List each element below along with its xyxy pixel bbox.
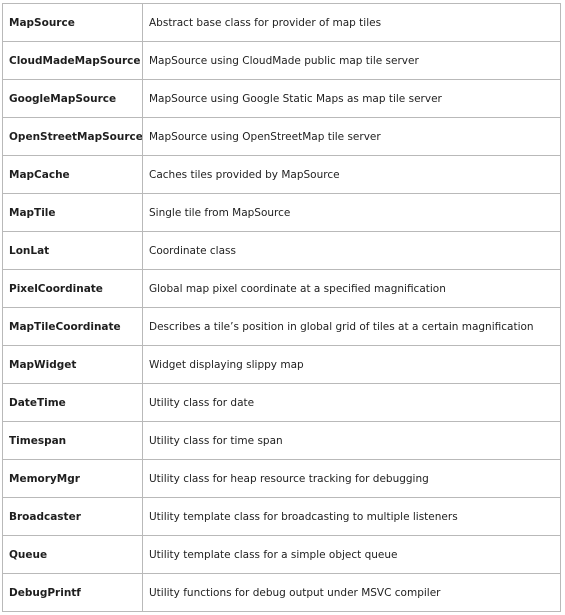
- class-description-cell: Utility template class for broadcasting …: [142, 497, 561, 536]
- table-row: CloudMadeMapSource MapSource using Cloud…: [2, 41, 561, 80]
- table-row: OpenStreetMapSource MapSource using Open…: [2, 117, 561, 156]
- class-description-cell: Widget displaying slippy map: [142, 345, 561, 384]
- table-row: DateTime Utility class for date: [2, 383, 561, 422]
- class-description-cell: Utility template class for a simple obje…: [142, 535, 561, 574]
- class-description-cell: Describes a tile’s position in global gr…: [142, 307, 561, 346]
- class-description-cell: Abstract base class for provider of map …: [142, 3, 561, 42]
- table-row: LonLat Coordinate class: [2, 231, 561, 270]
- class-name-cell: MapTile: [2, 193, 143, 232]
- class-table: MapSource Abstract base class for provid…: [2, 3, 561, 612]
- class-name-cell: MemoryMgr: [2, 459, 143, 498]
- table-row: PixelCoordinate Global map pixel coordin…: [2, 269, 561, 308]
- class-description-cell: Coordinate class: [142, 231, 561, 270]
- class-name-cell: OpenStreetMapSource: [2, 117, 143, 156]
- class-name-cell: LonLat: [2, 231, 143, 270]
- table-row: MapSource Abstract base class for provid…: [2, 3, 561, 42]
- class-description-cell: Global map pixel coordinate at a specifi…: [142, 269, 561, 308]
- table-row: MapCache Caches tiles provided by MapSou…: [2, 155, 561, 194]
- class-table-body: MapSource Abstract base class for provid…: [2, 3, 561, 612]
- class-name-cell: Timespan: [2, 421, 143, 460]
- class-name-cell: MapTileCoordinate: [2, 307, 143, 346]
- class-description-cell: Utility functions for debug output under…: [142, 573, 561, 612]
- table-row: MapWidget Widget displaying slippy map: [2, 345, 561, 384]
- table-row: Broadcaster Utility template class for b…: [2, 497, 561, 536]
- class-name-cell: DateTime: [2, 383, 143, 422]
- class-name-cell: MapCache: [2, 155, 143, 194]
- table-row: MapTileCoordinate Describes a tile’s pos…: [2, 307, 561, 346]
- class-description-cell: MapSource using CloudMade public map til…: [142, 41, 561, 80]
- class-name-cell: DebugPrintf: [2, 573, 143, 612]
- table-row: Timespan Utility class for time span: [2, 421, 561, 460]
- class-description-cell: Utility class for heap resource tracking…: [142, 459, 561, 498]
- table-row: GoogleMapSource MapSource using Google S…: [2, 79, 561, 118]
- class-name-cell: PixelCoordinate: [2, 269, 143, 308]
- table-row: MemoryMgr Utility class for heap resourc…: [2, 459, 561, 498]
- table-row: MapTile Single tile from MapSource: [2, 193, 561, 232]
- class-description-cell: Utility class for date: [142, 383, 561, 422]
- class-description-cell: MapSource using Google Static Maps as ma…: [142, 79, 561, 118]
- class-name-cell: Broadcaster: [2, 497, 143, 536]
- class-description-cell: Single tile from MapSource: [142, 193, 561, 232]
- class-name-cell: Queue: [2, 535, 143, 574]
- table-row: DebugPrintf Utility functions for debug …: [2, 573, 561, 612]
- class-description-cell: Utility class for time span: [142, 421, 561, 460]
- class-name-cell: MapWidget: [2, 345, 143, 384]
- class-description-cell: Caches tiles provided by MapSource: [142, 155, 561, 194]
- class-name-cell: GoogleMapSource: [2, 79, 143, 118]
- table-row: Queue Utility template class for a simpl…: [2, 535, 561, 574]
- class-description-cell: MapSource using OpenStreetMap tile serve…: [142, 117, 561, 156]
- class-name-cell: CloudMadeMapSource: [2, 41, 143, 80]
- class-name-cell: MapSource: [2, 3, 143, 42]
